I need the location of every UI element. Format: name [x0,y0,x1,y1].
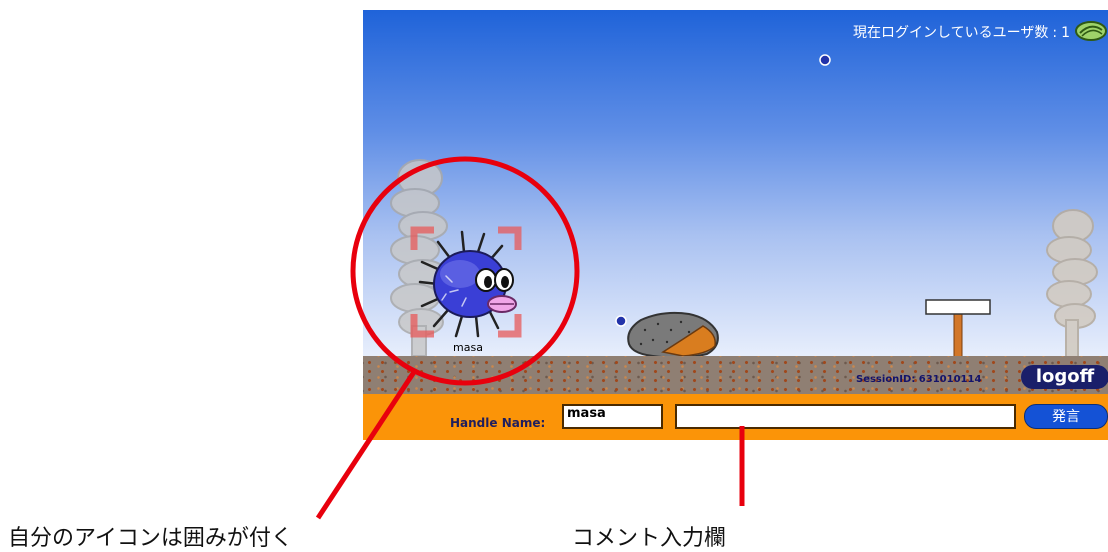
rock [627,311,719,359]
online-users-separator: : [1052,25,1058,41]
signpost [925,299,991,358]
handle-name-field[interactable]: masa [562,404,663,429]
seaweed-right [1046,209,1098,358]
annotation-comment-field: コメント入力欄 [572,526,727,551]
session-id: SessionID: 631010114 [856,374,982,385]
comment-input[interactable] [675,404,1016,429]
online-users-label: 現在ログインしているユーザ数 [853,25,1049,41]
pufferfish-avatar[interactable] [406,222,536,346]
seabed [363,356,1108,394]
online-users-count: 1 [1061,25,1070,41]
bubble-icon [819,54,831,66]
avatar-name-label: masa [453,341,483,354]
chat-stage: masa 現在ログインしているユーザ数:1 SessionID: 6310101… [363,10,1108,440]
shell-icon [1075,21,1107,41]
online-users-indicator: 現在ログインしているユーザ数:1 [853,22,1070,42]
speak-button[interactable]: 発言 [1024,404,1108,429]
handle-name-label: Handle Name: [450,416,546,430]
annotation-own-icon: 自分のアイコンは囲みが付く [8,526,293,551]
logoff-button[interactable]: logoff [1021,365,1108,389]
